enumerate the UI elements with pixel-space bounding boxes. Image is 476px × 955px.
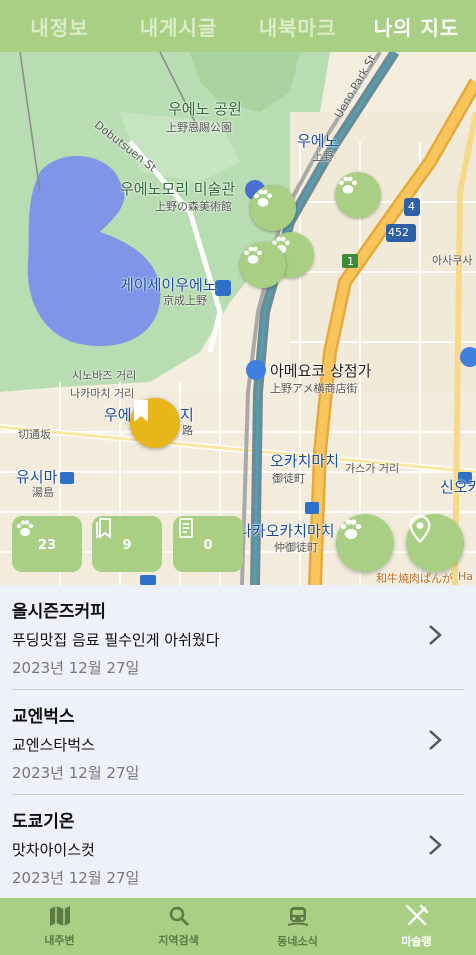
paw-count: 23 bbox=[37, 537, 57, 553]
chevron-right-icon[interactable] bbox=[424, 728, 446, 752]
my-location-button[interactable] bbox=[406, 514, 464, 572]
map-background bbox=[0, 52, 476, 585]
location-pin-icon bbox=[409, 515, 431, 544]
item-subtitle: 교엔스타벅스 bbox=[12, 736, 95, 754]
item-title: 교엔벅스 bbox=[12, 707, 75, 727]
bottom-nav: 내주변 지역검색 동네소식 마슐랭 bbox=[0, 898, 476, 955]
map-label-okachimachi: 오카치마치 bbox=[270, 452, 340, 470]
map-view[interactable]: 우에노 공원 上野恩賜公園 우에노모리 미술관 上野の森美術館 게이세이우에노 … bbox=[0, 52, 476, 585]
map-label-wagyu: 和牛焼肉ぱんが bbox=[376, 572, 453, 585]
paw-marker[interactable] bbox=[335, 172, 381, 218]
bookmark-count-button[interactable]: 9 bbox=[92, 516, 162, 572]
item-date: 2023년 12월 27일 bbox=[12, 764, 140, 782]
bookmark-icon bbox=[96, 518, 111, 539]
paw-icon bbox=[254, 189, 272, 207]
map-label-asakusa: 아사쿠사 bbox=[432, 254, 473, 267]
item-subtitle: 푸딩맛집 음료 필수인게 아쉬웠다 bbox=[12, 631, 220, 649]
bus-icon bbox=[287, 907, 308, 926]
map-label-nakamachi: 나카마치 거리 bbox=[70, 387, 135, 400]
map-label-yushima-ja: 湯島 bbox=[32, 486, 54, 499]
map-label-ueno-forest: 우에노모리 미술관 bbox=[120, 180, 236, 198]
paw-icon bbox=[16, 520, 34, 536]
item-title: 도쿄기온 bbox=[12, 812, 75, 832]
tab-my-map[interactable]: 나의 지도 bbox=[357, 12, 476, 41]
document-icon bbox=[179, 518, 193, 538]
list-item[interactable]: 도쿄기온 맛차아이스컷 2023년 12월 27일 bbox=[0, 795, 476, 898]
item-date: 2023년 12월 27일 bbox=[12, 869, 140, 887]
nav-local-news-label: 동네소식 bbox=[277, 935, 318, 948]
map-label-kiritoshi: 切通坂 bbox=[18, 428, 51, 441]
bookmark-count: 9 bbox=[122, 537, 132, 553]
map-label-shinokachimachi: 신오카 bbox=[440, 478, 476, 496]
map-label-hirokoji-ja: 路 bbox=[182, 424, 193, 437]
paw-icon bbox=[339, 176, 357, 194]
nav-local-news[interactable]: 동네소식 bbox=[238, 898, 357, 955]
search-icon bbox=[169, 906, 189, 926]
map-label-ameyoko: 아메요코 상점가 bbox=[270, 362, 372, 380]
item-subtitle: 맛차아이스컷 bbox=[12, 841, 95, 859]
nav-michelin-label: 마슐랭 bbox=[401, 935, 432, 948]
map-label-nakaokachimachi-ja: 仲御徒町 bbox=[274, 541, 318, 554]
map-label-kasuga: 가스가 거리 bbox=[345, 462, 400, 475]
nav-region-search-label: 지역검색 bbox=[158, 934, 199, 947]
tab-my-info[interactable]: 내정보 bbox=[0, 12, 119, 41]
paw-icon bbox=[340, 519, 362, 539]
map-label-ueno-park-ja: 上野恩賜公園 bbox=[166, 121, 232, 134]
item-title: 올시즌즈커피 bbox=[12, 602, 106, 622]
map-label-ueno-station-ja: 上野 bbox=[312, 150, 334, 163]
bookmark-marker[interactable] bbox=[130, 398, 180, 448]
utensils-icon bbox=[405, 904, 428, 926]
route-452-shield: 452 bbox=[388, 226, 409, 239]
document-count-button[interactable]: 0 bbox=[173, 516, 243, 572]
chevron-right-icon[interactable] bbox=[424, 623, 446, 647]
list-item[interactable]: 올시즌즈커피 푸딩맛집 음료 필수인게 아쉬웠다 2023년 12월 27일 bbox=[0, 585, 476, 690]
map-label-shinobazu: 시노바즈 거리 bbox=[72, 369, 137, 382]
nav-nearby-label: 내주변 bbox=[44, 934, 75, 947]
bookmark-icon bbox=[134, 400, 148, 422]
nav-region-search[interactable]: 지역검색 bbox=[119, 898, 238, 955]
route-4-shield: 4 bbox=[408, 200, 415, 213]
tab-my-posts[interactable]: 내게시글 bbox=[119, 12, 238, 41]
place-list: 올시즌즈커피 푸딩맛집 음료 필수인게 아쉬웠다 2023년 12월 27일 교… bbox=[0, 585, 476, 898]
paw-filter-button[interactable] bbox=[336, 514, 394, 572]
paw-marker[interactable] bbox=[240, 242, 286, 288]
tab-my-bookmarks[interactable]: 내북마크 bbox=[238, 12, 357, 41]
route-1-shield: 1 bbox=[347, 255, 354, 268]
paw-count-button[interactable]: 23 bbox=[12, 516, 82, 572]
map-label-ueno-forest-ja: 上野の森美術館 bbox=[155, 200, 232, 213]
document-count: 0 bbox=[203, 537, 213, 553]
map-label-okachimachi-ja: 御徒町 bbox=[272, 472, 305, 485]
map-label-ha: Ha bbox=[458, 570, 474, 583]
nav-michelin[interactable]: 마슐랭 bbox=[357, 898, 476, 955]
map-label-ameyoko-ja: 上野アメ横商店街 bbox=[270, 382, 358, 395]
list-item[interactable]: 교엔벅스 교엔스타벅스 2023년 12월 27일 bbox=[0, 690, 476, 795]
paw-icon bbox=[244, 246, 262, 264]
map-icon bbox=[49, 906, 70, 926]
item-date: 2023년 12월 27일 bbox=[12, 659, 140, 677]
map-label-keisei-ueno-ja: 京成上野 bbox=[163, 294, 207, 307]
map-label-ueno-park: 우에노 공원 bbox=[168, 100, 242, 118]
nav-nearby[interactable]: 내주변 bbox=[0, 898, 119, 955]
chevron-right-icon[interactable] bbox=[424, 833, 446, 857]
top-tab-bar: 내정보 내게시글 내북마크 나의 지도 bbox=[0, 0, 476, 52]
paw-marker[interactable] bbox=[250, 185, 296, 231]
map-label-nakaokachimachi: 나카오카치마치 bbox=[238, 522, 335, 540]
